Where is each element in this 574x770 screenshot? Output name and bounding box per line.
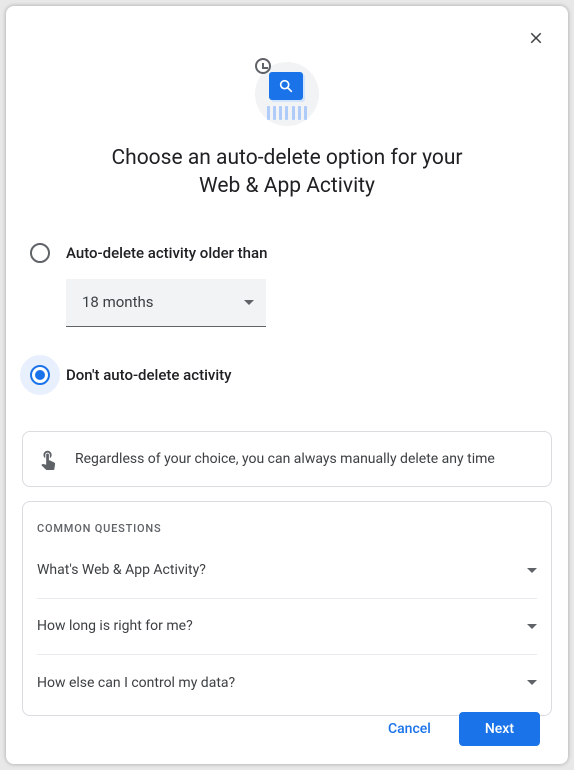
faq-heading: COMMON QUESTIONS	[37, 522, 537, 535]
info-banner: Regardless of your choice, you can alway…	[22, 431, 552, 487]
chevron-down-icon	[527, 624, 537, 629]
document-icon	[269, 72, 303, 100]
next-button[interactable]: Next	[459, 712, 540, 746]
faq-item-label: How long is right for me?	[37, 618, 193, 634]
option-dont-delete[interactable]: Don't auto-delete activity	[30, 365, 544, 385]
faq-item-label: What's Web & App Activity?	[37, 562, 206, 578]
chevron-down-icon	[527, 568, 537, 573]
auto-delete-dialog: Choose an auto-delete option for your We…	[6, 6, 568, 764]
faq-item-label: How else can I control my data?	[37, 675, 235, 691]
cancel-button[interactable]: Cancel	[376, 712, 443, 746]
shred-strips-icon	[267, 106, 307, 120]
clock-icon	[255, 58, 271, 74]
option-auto-delete-label: Auto-delete activity older than	[66, 244, 267, 262]
title-line-2: Web & App Activity	[199, 174, 375, 198]
faq-item-1[interactable]: How long is right for me?	[37, 599, 537, 655]
dialog-footer: Cancel Next	[376, 712, 540, 746]
close-button[interactable]	[520, 22, 552, 54]
faq-item-0[interactable]: What's Web & App Activity?	[37, 543, 537, 599]
dropdown-value: 18 months	[82, 293, 153, 311]
radio-unselected-icon	[30, 243, 50, 263]
info-text: Regardless of your choice, you can alway…	[75, 451, 495, 467]
shredder-hero-icon	[255, 62, 319, 126]
faq-item-2[interactable]: How else can I control my data?	[37, 655, 537, 711]
faq-section: COMMON QUESTIONS What's Web & App Activi…	[22, 501, 552, 716]
close-icon	[527, 29, 545, 47]
title-line-1: Choose an auto-delete option for your	[111, 146, 462, 170]
chevron-down-icon	[244, 300, 254, 305]
option-dont-delete-label: Don't auto-delete activity	[66, 366, 232, 384]
option-auto-delete[interactable]: Auto-delete activity older than	[30, 243, 544, 263]
magnifier-icon	[278, 78, 294, 94]
duration-dropdown[interactable]: 18 months	[66, 279, 266, 327]
options-group: Auto-delete activity older than 18 month…	[22, 243, 552, 385]
radio-selected-icon	[30, 365, 50, 385]
tap-gesture-icon	[37, 448, 59, 470]
chevron-down-icon	[527, 680, 537, 685]
dialog-title: Choose an auto-delete option for your We…	[52, 144, 522, 201]
